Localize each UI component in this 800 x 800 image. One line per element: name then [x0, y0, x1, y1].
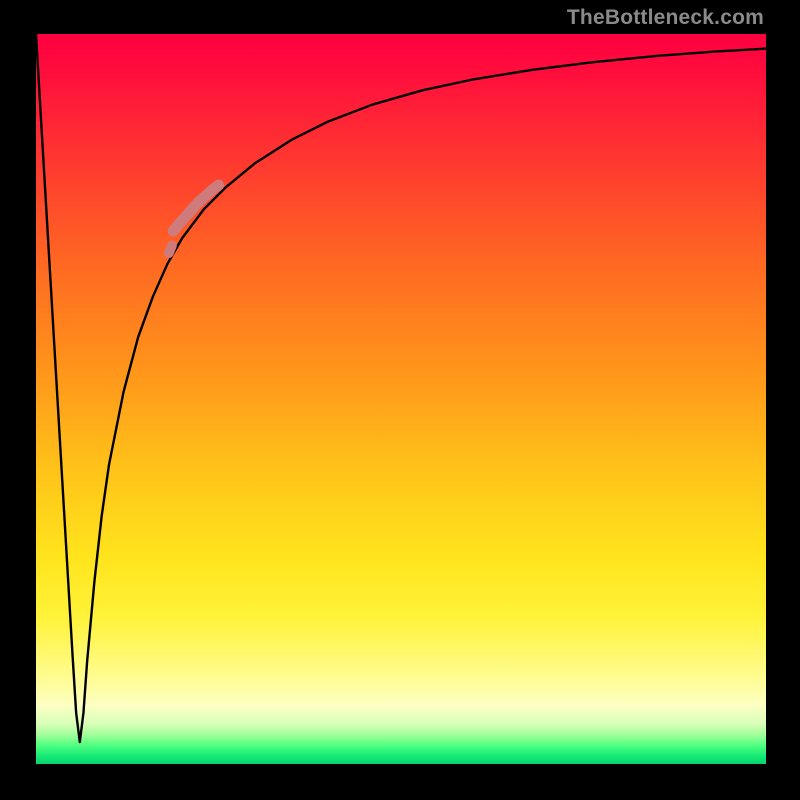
- highlight-segment-path: [173, 185, 218, 231]
- chart-frame: { "watermark": "TheBottleneck.com", "col…: [0, 0, 800, 800]
- bottleneck-curve-path: [36, 34, 766, 742]
- curve-overlay: [36, 34, 766, 764]
- highlight-dot-lower-path: [169, 246, 172, 253]
- watermark-text: TheBottleneck.com: [567, 6, 764, 30]
